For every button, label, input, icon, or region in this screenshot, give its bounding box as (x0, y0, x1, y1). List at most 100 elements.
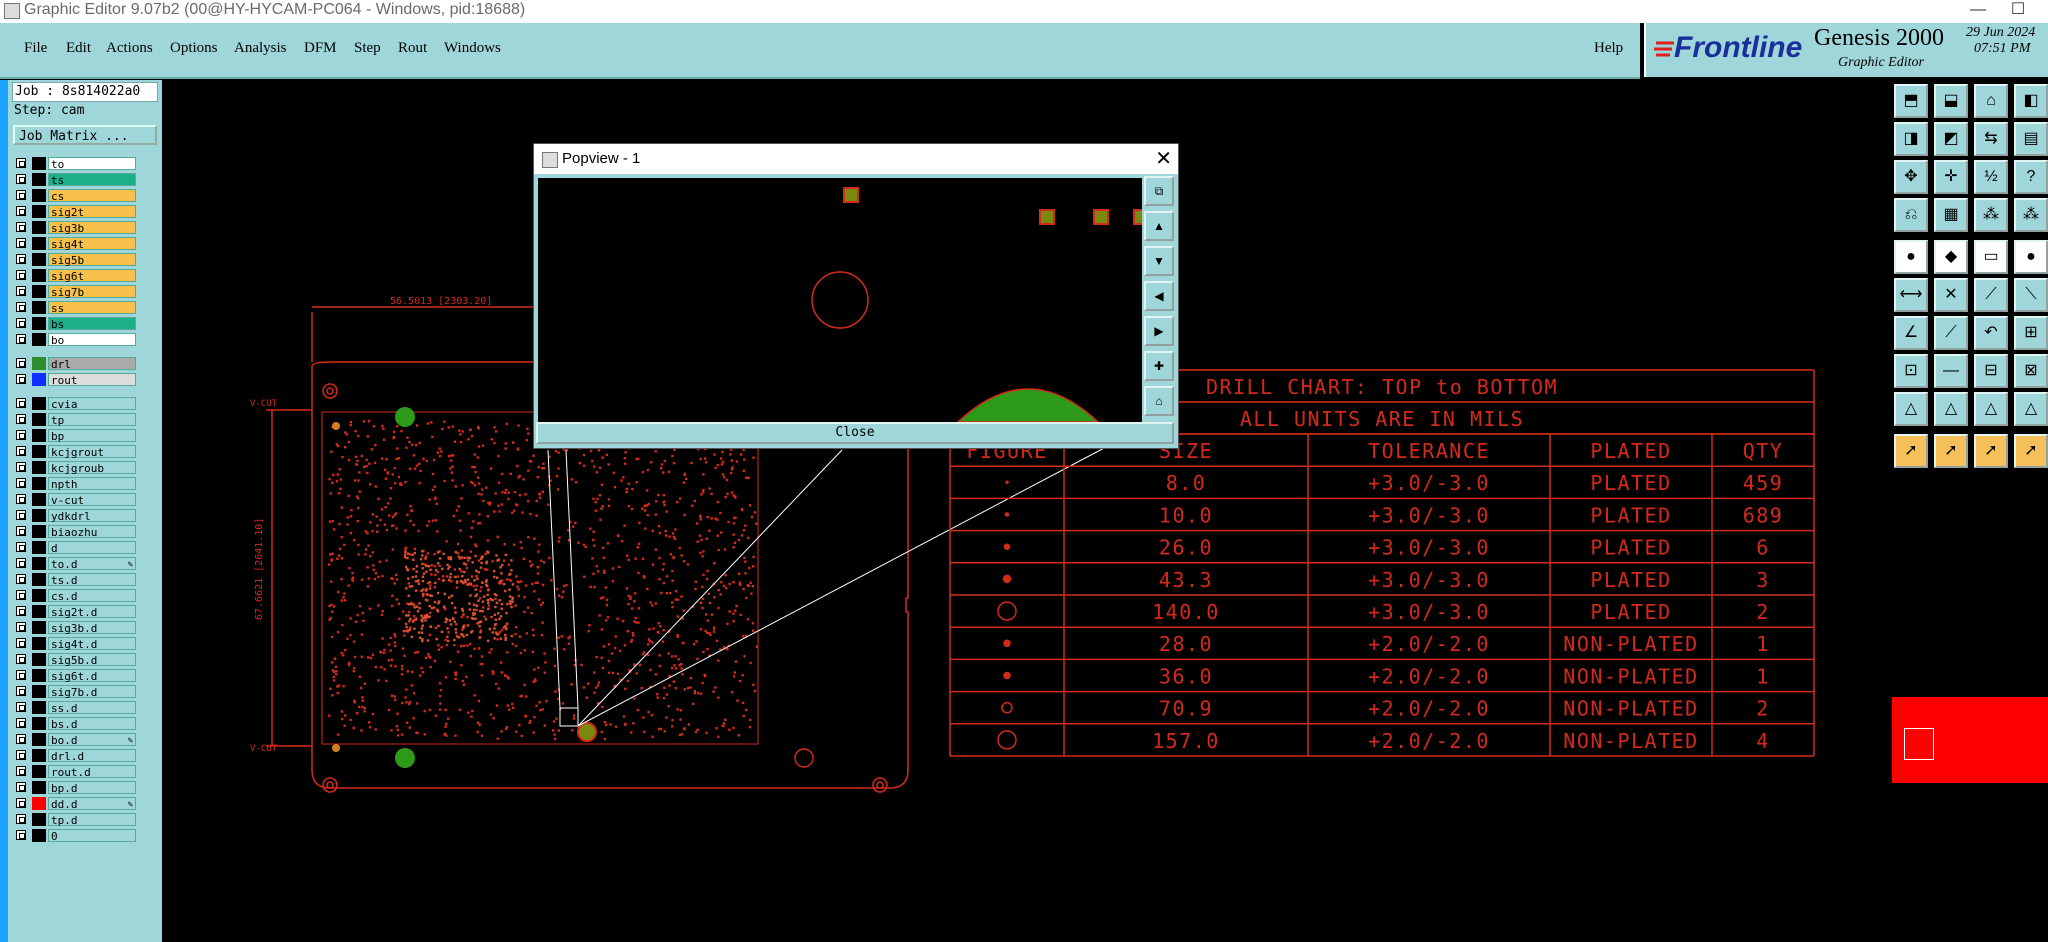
layer-row[interactable]: bs (12, 316, 136, 332)
layer-checkbox[interactable] (16, 270, 26, 280)
triangle2-icon[interactable]: △ (1934, 392, 1968, 426)
layer-checkbox[interactable] (16, 750, 26, 760)
swap-icon[interactable]: ⇆ (1974, 122, 2008, 156)
layer-row[interactable]: ts (12, 172, 136, 188)
layer-name[interactable]: to.d ✎ (48, 557, 136, 571)
layer-row[interactable]: bo.d ✎ (12, 732, 136, 748)
dash-icon[interactable]: — (1934, 354, 1968, 388)
layer-color-swatch[interactable] (32, 669, 46, 682)
layer-row[interactable]: cvia (12, 396, 136, 412)
layer-checkbox[interactable] (16, 510, 26, 520)
minimize-button[interactable]: — (1958, 0, 1998, 20)
layer-name[interactable]: kcjgrout (48, 445, 136, 459)
layer-color-swatch[interactable] (32, 605, 46, 618)
layer-color-swatch[interactable] (32, 733, 46, 746)
layer-row[interactable]: bp (12, 428, 136, 444)
layer-name[interactable]: bs.d (48, 717, 136, 731)
layer-row[interactable]: kcjgrout (12, 444, 136, 460)
layer-row[interactable]: sig3b.d (12, 620, 136, 636)
layer-color-swatch[interactable] (32, 573, 46, 586)
layer-row[interactable]: npth (12, 476, 136, 492)
select-icon[interactable]: ➚ (1894, 434, 1928, 468)
layer-name[interactable]: cs.d (48, 589, 136, 603)
layer-row[interactable]: sig5b.d (12, 652, 136, 668)
layer-color-swatch[interactable] (32, 717, 46, 730)
maximize-button[interactable]: ☐ (1998, 0, 2038, 20)
layer-checkbox[interactable] (16, 414, 26, 424)
select2-icon[interactable]: ➚ (1934, 434, 1968, 468)
measure-icon[interactable]: ⎌ (1894, 198, 1928, 232)
layer-row[interactable]: bo (12, 332, 136, 348)
layer-checkbox[interactable] (16, 558, 26, 568)
popview-canvas[interactable] (536, 176, 1149, 424)
layer-row[interactable]: kcjgroub (12, 460, 136, 476)
layer-name[interactable]: ts.d (48, 573, 136, 587)
layer-name[interactable]: bo (48, 333, 136, 347)
layer-color-swatch[interactable] (32, 525, 46, 538)
job-matrix-button[interactable]: Job Matrix ... (13, 125, 157, 145)
box2-icon[interactable]: ⊠ (2014, 354, 2048, 388)
layer-checkbox[interactable] (16, 686, 26, 696)
layer-name[interactable]: ss.d (48, 701, 136, 715)
triangle3-icon[interactable]: △ (1974, 392, 2008, 426)
layer-color-swatch[interactable] (32, 285, 46, 298)
arc-icon[interactable]: ⟋ (1974, 278, 2008, 312)
menu-help[interactable]: Help (1594, 40, 1623, 57)
layer-row[interactable]: d (12, 540, 136, 556)
layer-color-swatch[interactable] (32, 317, 46, 330)
layer-name[interactable]: sig7b.d (48, 685, 136, 699)
layer-name[interactable]: biaozhu (48, 525, 136, 539)
layer-name[interactable]: sig3b (48, 221, 136, 235)
menu-dfm[interactable]: DFM (304, 40, 337, 57)
layer-row[interactable]: sig4t (12, 236, 136, 252)
layer-color-swatch[interactable] (32, 557, 46, 570)
layer-name[interactable]: rout (48, 373, 136, 387)
layer-row[interactable]: sig6t (12, 268, 136, 284)
popview-close-button[interactable]: Close (536, 422, 1174, 444)
layer-name[interactable]: sig7b (48, 285, 136, 299)
layer-checkbox[interactable] (16, 766, 26, 776)
layer-color-swatch[interactable] (32, 301, 46, 314)
layer-name[interactable]: sig2t.d (48, 605, 136, 619)
layer-color-swatch[interactable] (32, 509, 46, 522)
box-icon[interactable]: ⊟ (1974, 354, 2008, 388)
layer-checkbox[interactable] (16, 830, 26, 840)
layer-row[interactable]: rout.d (12, 764, 136, 780)
layer-checkbox[interactable] (16, 446, 26, 456)
list-icon[interactable]: ▤ (2014, 122, 2048, 156)
layer-color-swatch[interactable] (32, 357, 46, 370)
layer-checkbox[interactable] (16, 174, 26, 184)
layer-checkbox[interactable] (16, 374, 26, 384)
layer-row[interactable]: sig4t.d (12, 636, 136, 652)
layer-color-swatch[interactable] (32, 461, 46, 474)
layer-color-swatch[interactable] (32, 269, 46, 282)
layer-color-swatch[interactable] (32, 373, 46, 386)
popview-tool-zoom-icon[interactable]: ✚ (1144, 351, 1174, 381)
layer-row[interactable]: to.d ✎ (12, 556, 136, 572)
layer-name[interactable]: sig6t (48, 269, 136, 283)
layer-color-swatch[interactable] (32, 685, 46, 698)
layer-row[interactable]: dd.d ✎ (12, 796, 136, 812)
layer-color-swatch[interactable] (32, 781, 46, 794)
layer-color-swatch[interactable] (32, 445, 46, 458)
diamond-icon[interactable]: ◆ (1934, 240, 1968, 274)
layer-checkbox[interactable] (16, 590, 26, 600)
layer-color-swatch[interactable] (32, 205, 46, 218)
layer-color-swatch[interactable] (32, 829, 46, 842)
layer-color-swatch[interactable] (32, 237, 46, 250)
arc2-icon[interactable]: ⟍ (2014, 278, 2048, 312)
layer-row[interactable]: sig2t (12, 204, 136, 220)
layer-row[interactable]: ts.d (12, 572, 136, 588)
popview-tool-home-icon[interactable]: ⌂ (1144, 386, 1174, 416)
help-icon[interactable]: ? (2014, 160, 2048, 194)
menu-rout[interactable]: Rout (398, 40, 427, 57)
layer-name[interactable]: sig2t (48, 205, 136, 219)
layer-color-swatch[interactable] (32, 189, 46, 202)
layer-row[interactable]: biaozhu (12, 524, 136, 540)
layer-name[interactable]: sig6t.d (48, 669, 136, 683)
layer-checkbox[interactable] (16, 254, 26, 264)
layer-checkbox[interactable] (16, 478, 26, 488)
layer-color-swatch[interactable] (32, 333, 46, 346)
layer-name[interactable]: sig5b.d (48, 653, 136, 667)
layer-name[interactable]: sig4t.d (48, 637, 136, 651)
